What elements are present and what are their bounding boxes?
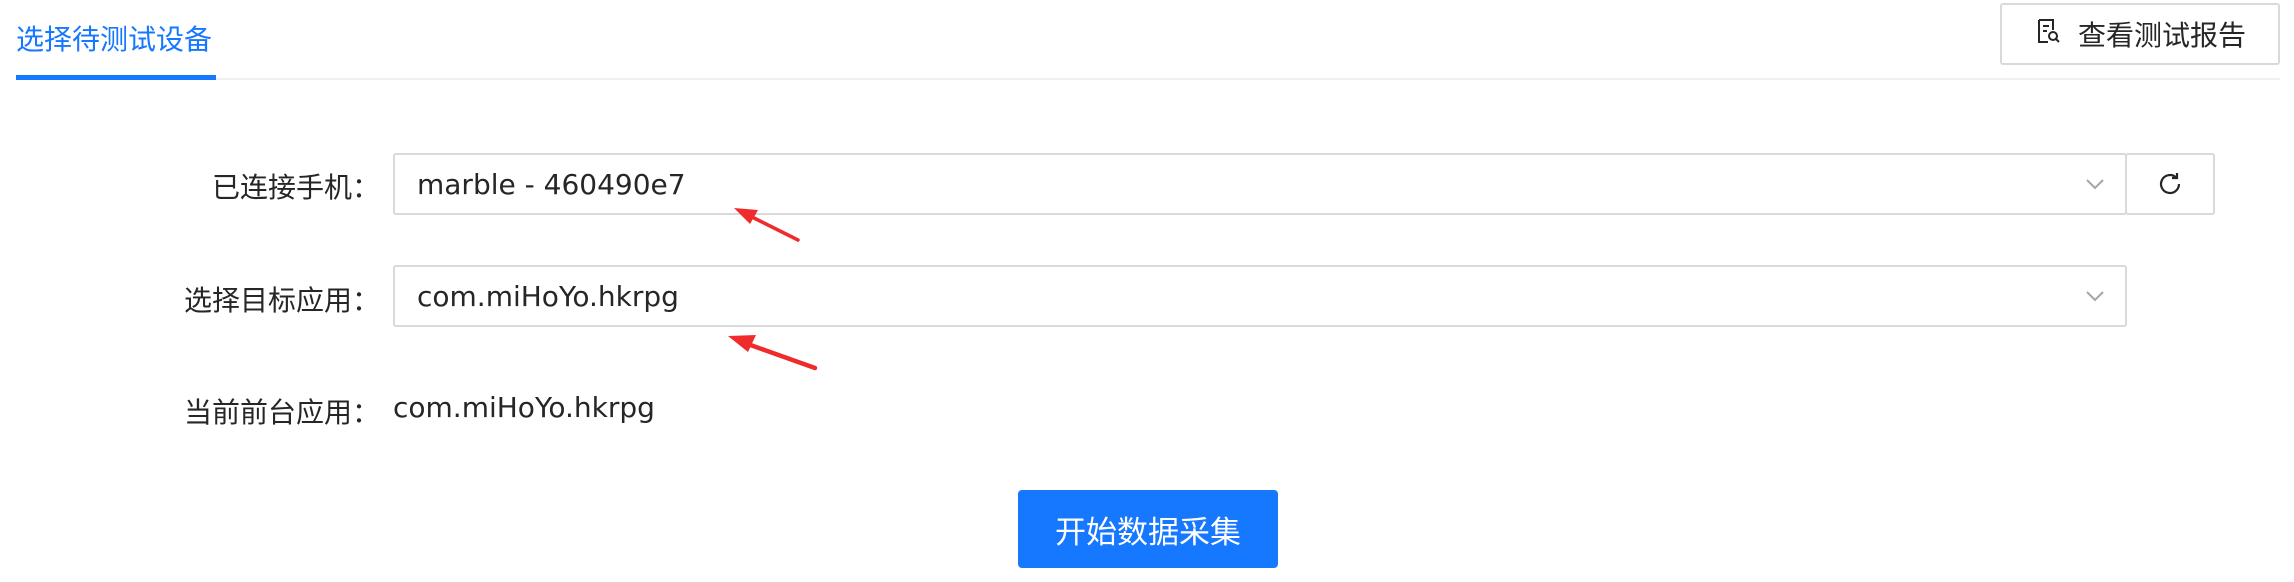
chevron-down-icon	[2086, 291, 2104, 302]
report-icon	[2034, 17, 2062, 52]
connected-phone-value: marble - 460490e7	[417, 167, 686, 201]
foreground-app-value: com.miHoYo.hkrpg	[393, 391, 655, 424]
connected-phone-label: 已连接手机：	[211, 171, 380, 204]
device-selection-page: 选择待测试设备 查看测试报告 已连接手机： marble - 460490e7	[0, 0, 2294, 582]
view-report-label: 查看测试报告	[2077, 19, 2246, 52]
foreground-app-label: 当前前台应用：	[183, 396, 380, 429]
target-app-select[interactable]: com.miHoYo.hkrpg	[393, 265, 2127, 327]
connected-phone-select[interactable]: marble - 460490e7	[393, 153, 2127, 215]
target-app-label: 选择目标应用：	[183, 284, 380, 317]
start-data-collection-button[interactable]: 开始数据采集	[1018, 490, 1278, 568]
refresh-icon	[2159, 173, 2181, 195]
view-report-button[interactable]: 查看测试报告	[2000, 3, 2280, 65]
target-app-value: com.miHoYo.hkrpg	[417, 279, 679, 313]
tab-bar: 选择待测试设备 查看测试报告	[16, 0, 2280, 80]
tab-select-device[interactable]: 选择待测试设备	[16, 0, 216, 80]
chevron-down-icon	[2086, 179, 2104, 190]
refresh-devices-button[interactable]	[2125, 153, 2215, 215]
